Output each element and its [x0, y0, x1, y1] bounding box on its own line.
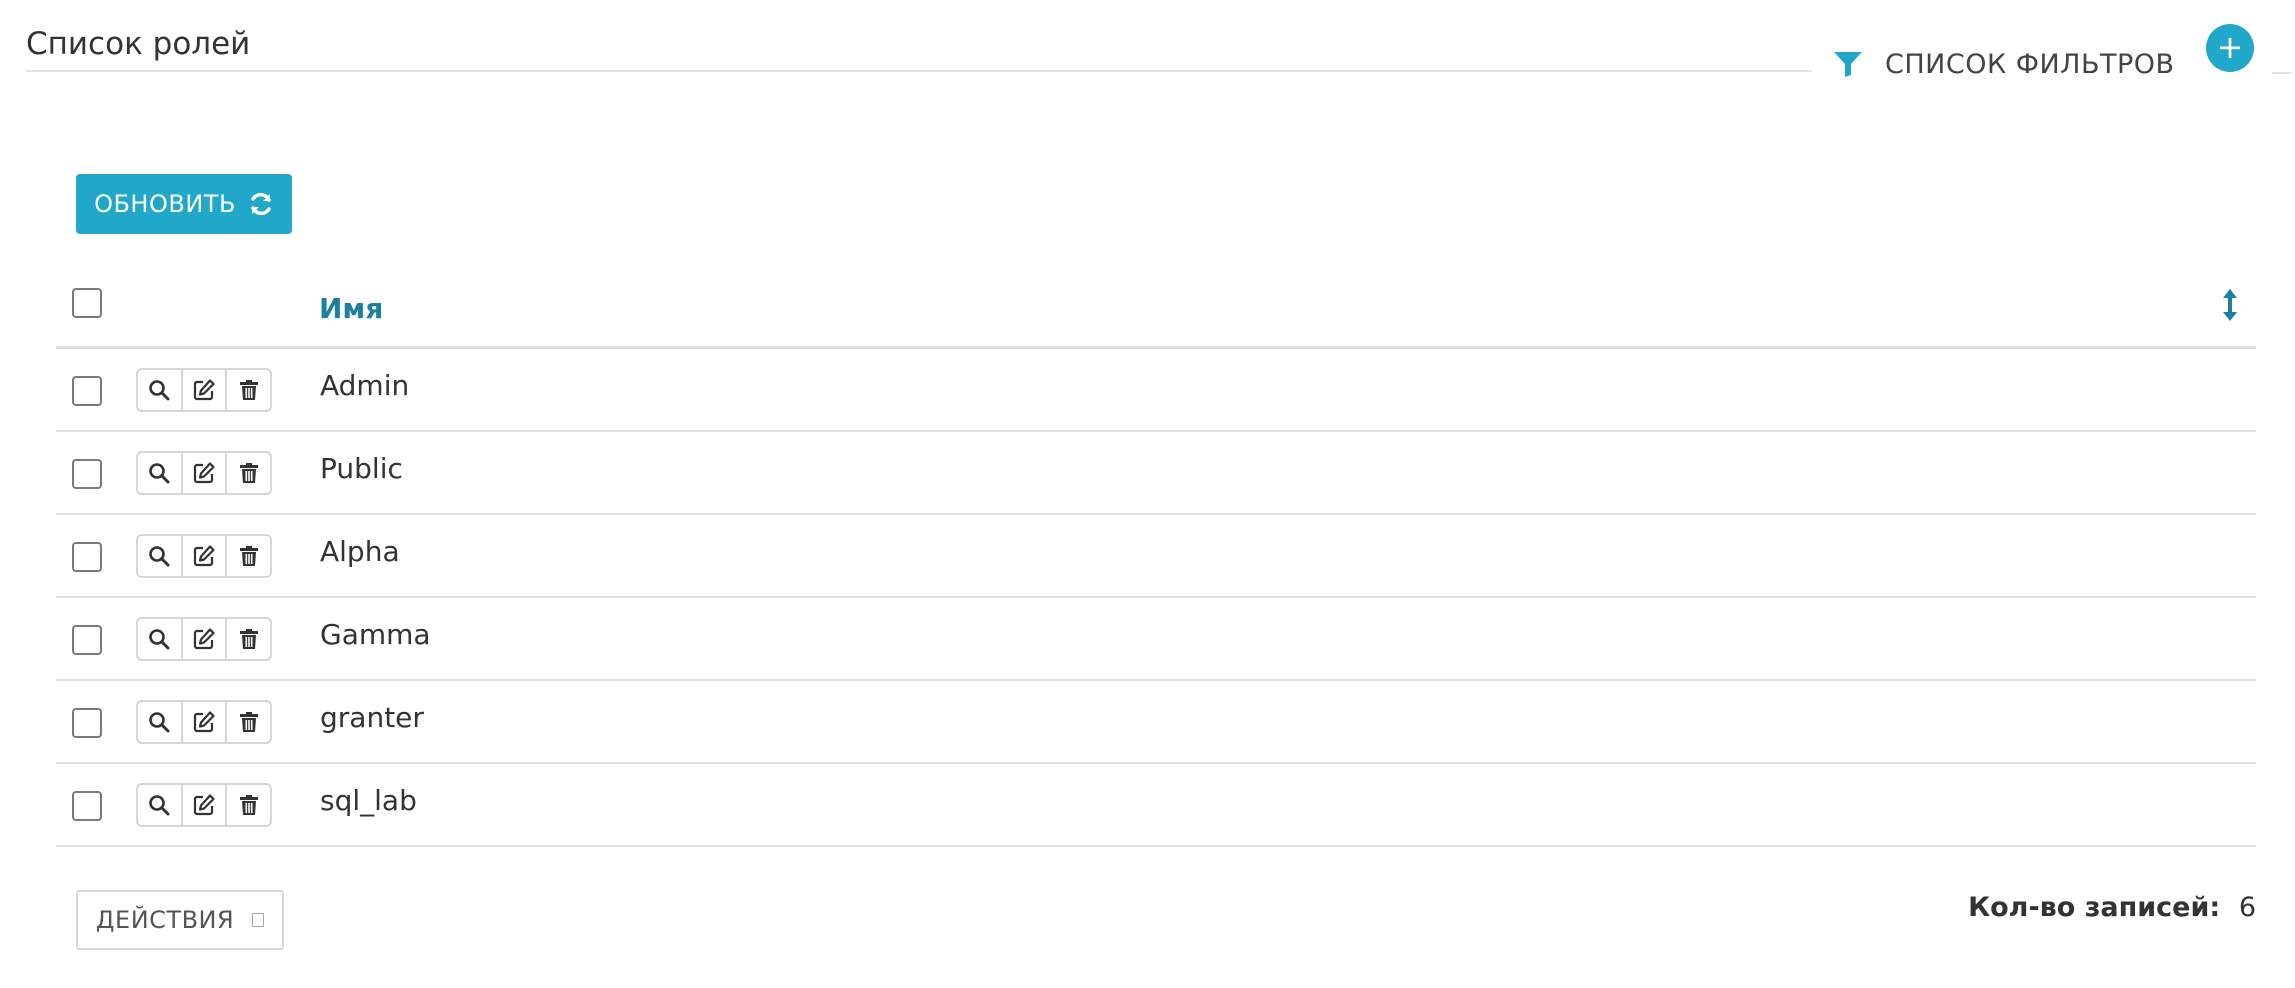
filter-list-button[interactable]: СПИСОК ФИЛЬТРОВ — [1833, 42, 2175, 86]
edit-icon — [193, 628, 215, 650]
view-button[interactable] — [138, 785, 183, 825]
view-button[interactable] — [138, 370, 183, 410]
delete-button[interactable] — [227, 370, 270, 410]
edit-icon — [193, 794, 215, 816]
search-icon — [149, 712, 170, 733]
table-row: Gamma — [56, 598, 2256, 681]
edit-button[interactable] — [183, 370, 228, 410]
row-actions — [136, 783, 272, 827]
delete-button[interactable] — [227, 702, 270, 742]
edit-button[interactable] — [183, 453, 228, 493]
edit-button[interactable] — [183, 536, 228, 576]
refresh-icon — [251, 192, 271, 216]
trash-icon — [239, 463, 258, 483]
table-row: Alpha — [56, 515, 2256, 598]
role-name: Gamma — [320, 618, 431, 651]
search-icon — [149, 795, 170, 816]
search-icon — [149, 380, 170, 401]
row-checkbox[interactable] — [72, 791, 102, 821]
row-checkbox[interactable] — [72, 542, 102, 572]
edit-icon — [193, 711, 215, 733]
actions-dropdown[interactable]: ДЕЙСТВИЯ — [76, 890, 284, 950]
row-actions — [136, 368, 272, 412]
page-title: Список ролей — [26, 26, 251, 62]
role-name: Alpha — [320, 535, 400, 568]
filter-icon — [1834, 52, 1862, 77]
record-count-value: 6 — [2238, 892, 2256, 923]
edit-icon — [193, 379, 215, 401]
filter-list-label: СПИСОК ФИЛЬТРОВ — [1885, 48, 2175, 80]
row-checkbox[interactable] — [72, 459, 102, 489]
row-actions — [136, 700, 272, 744]
actions-label: ДЕЙСТВИЯ — [95, 906, 235, 934]
row-checkbox[interactable] — [72, 376, 102, 406]
search-icon — [149, 629, 170, 650]
view-button[interactable] — [138, 536, 183, 576]
header-divider-right — [2272, 72, 2292, 74]
table-row: Public — [56, 432, 2256, 515]
delete-button[interactable] — [227, 785, 270, 825]
edit-button[interactable] — [183, 785, 228, 825]
table-header: Имя — [56, 278, 2256, 349]
header-divider — [26, 70, 1812, 72]
row-actions — [136, 451, 272, 495]
table-body: Admin Public Alpha Gamma granter sql_lab — [56, 349, 2256, 847]
row-actions — [136, 534, 272, 578]
edit-icon — [193, 545, 215, 567]
edit-button[interactable] — [183, 702, 228, 742]
row-actions — [136, 617, 272, 661]
search-icon — [149, 546, 170, 567]
delete-button[interactable] — [227, 536, 270, 576]
caret-icon — [252, 913, 265, 927]
record-count-label: Кол-во записей: — [1968, 892, 2221, 923]
row-checkbox[interactable] — [72, 708, 102, 738]
add-role-button[interactable]: + — [2206, 24, 2254, 72]
view-button[interactable] — [138, 702, 183, 742]
view-button[interactable] — [138, 453, 183, 493]
role-name: Admin — [320, 369, 410, 402]
table-row: sql_lab — [56, 764, 2256, 847]
trash-icon — [239, 795, 258, 815]
table-row: Admin — [56, 349, 2256, 432]
refresh-label: ОБНОВИТЬ — [94, 190, 236, 218]
delete-button[interactable] — [227, 453, 270, 493]
refresh-button[interactable]: ОБНОВИТЬ — [76, 174, 292, 234]
column-header-name[interactable]: Имя — [319, 292, 383, 325]
record-count: Кол-во записей: 6 — [1968, 892, 2256, 923]
view-button[interactable] — [138, 619, 183, 659]
role-name: sql_lab — [320, 784, 417, 817]
sort-icon[interactable] — [2220, 288, 2240, 322]
trash-icon — [239, 712, 258, 732]
table-row: granter — [56, 681, 2256, 764]
page-header: Список ролей СПИСОК ФИЛЬТРОВ — [26, 22, 2292, 82]
roles-table: Имя Admin Public Alpha Gamma granter sql_lab — [56, 278, 2256, 847]
role-name: granter — [320, 701, 424, 734]
role-name: Public — [320, 452, 403, 485]
search-icon — [149, 463, 170, 484]
edit-button[interactable] — [183, 619, 228, 659]
plus-icon: + — [2216, 28, 2244, 66]
trash-icon — [239, 380, 258, 400]
trash-icon — [239, 546, 258, 566]
select-all-checkbox[interactable] — [72, 288, 102, 318]
delete-button[interactable] — [227, 619, 270, 659]
edit-icon — [193, 462, 215, 484]
trash-icon — [239, 629, 258, 649]
row-checkbox[interactable] — [72, 625, 102, 655]
